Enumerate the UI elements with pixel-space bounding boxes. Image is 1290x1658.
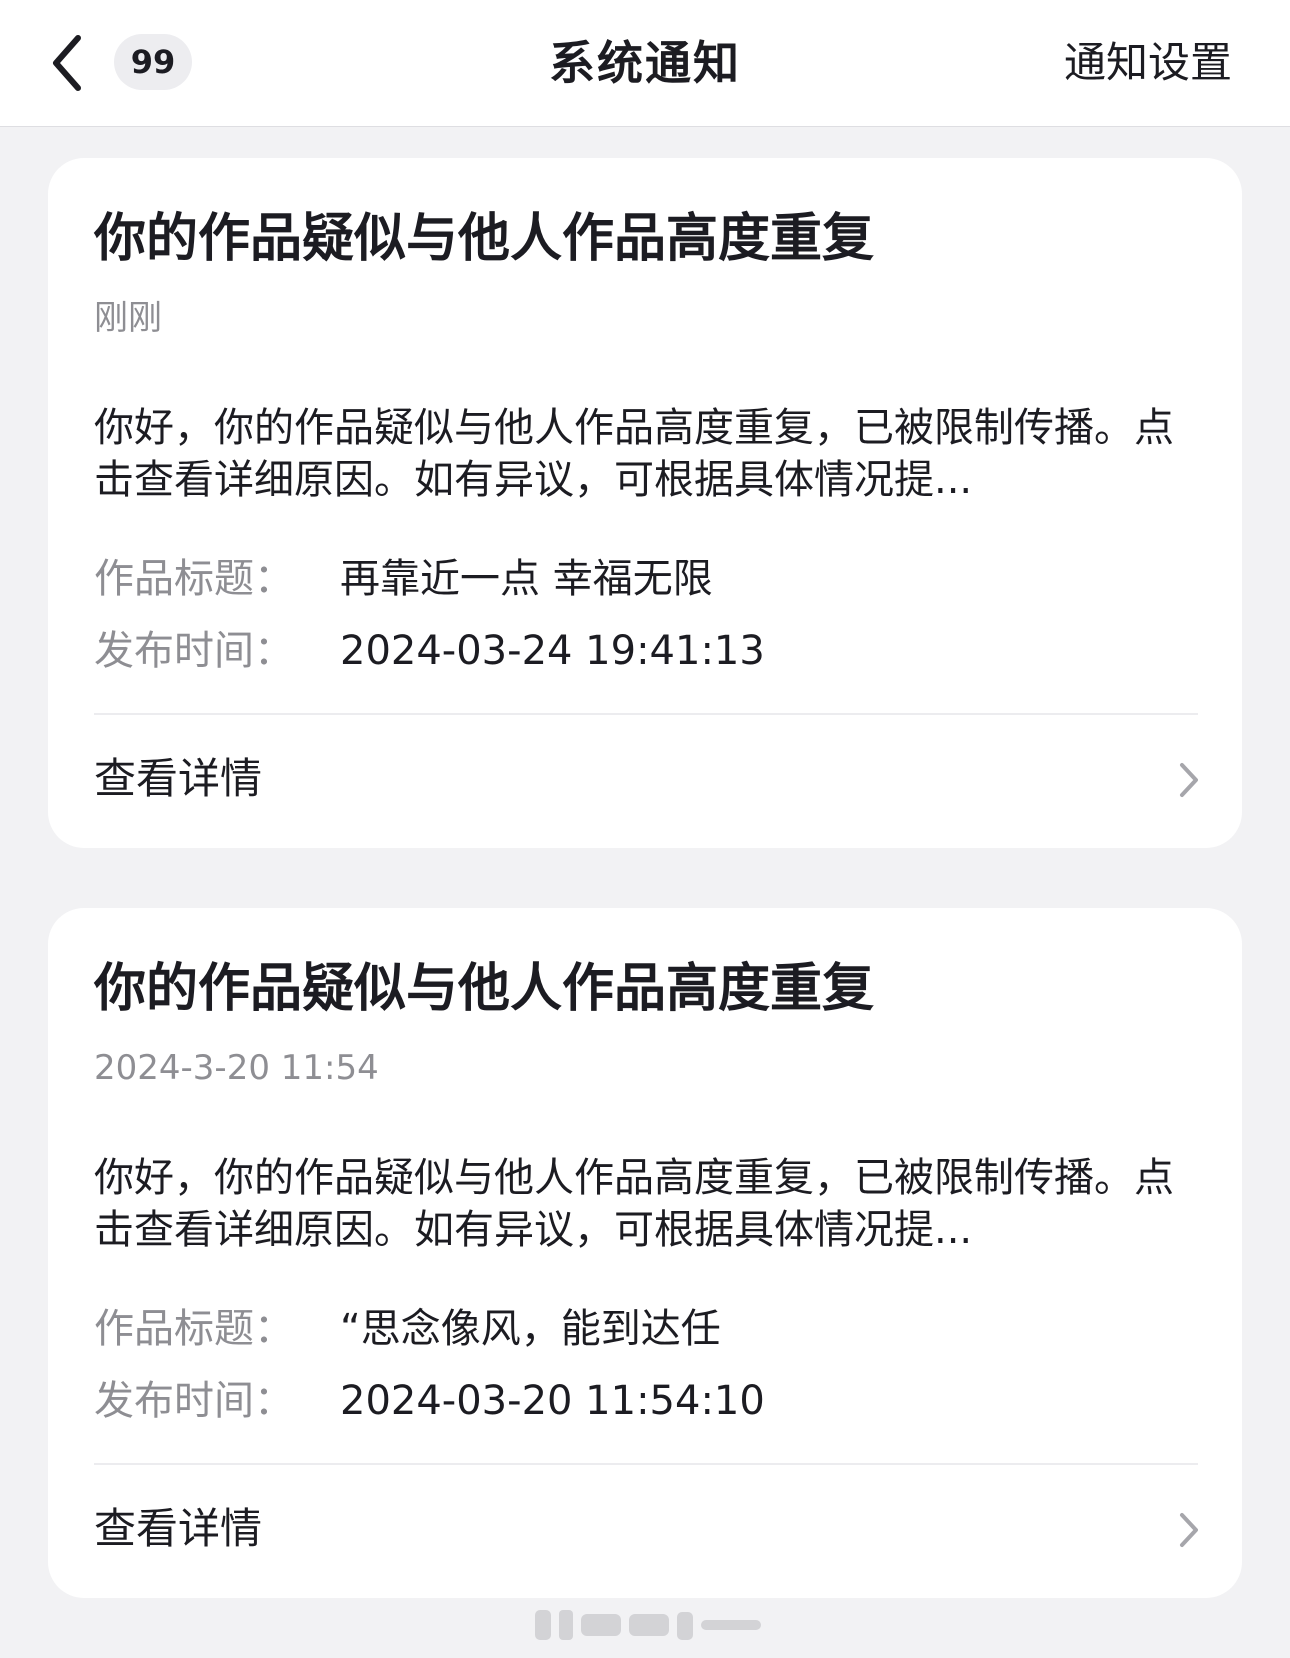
chevron-left-icon [53,35,81,91]
publish-time-label: 发布时间： [94,628,294,674]
publish-time-label: 发布时间： [94,1378,294,1424]
notification-title: 你的作品疑似与他人作品高度重复 [94,959,875,1019]
chevron-right-icon [1180,1513,1198,1547]
view-details-label: 查看详情 [94,1504,263,1553]
back-button[interactable] [44,30,96,96]
notification-body: 你好，你的作品疑似与他人作品高度重复，已被限制传播。点击查看详细原因。如有异议，… [94,1155,1174,1253]
notification-settings-button[interactable]: 通知设置 [1064,34,1232,92]
work-title-value: “思念像风，能到达任 [340,1306,721,1352]
work-title-value: 再靠近一点 幸福无限 [340,556,713,602]
publish-time-value: 2024-03-20 11:54:10 [340,1378,765,1424]
view-details-button[interactable]: 查看详情 [48,715,1242,848]
notification-card[interactable]: 你的作品疑似与他人作品高度重复 2024-3-20 11:54 你好，你的作品疑… [48,908,1242,1598]
notification-title: 你的作品疑似与他人作品高度重复 [94,209,875,269]
view-details-label: 查看详情 [94,754,263,803]
view-details-button[interactable]: 查看详情 [48,1465,1242,1598]
notification-body: 你好，你的作品疑似与他人作品高度重复，已被限制传播。点击查看详细原因。如有异议，… [94,405,1174,503]
work-title-label: 作品标题： [94,1306,294,1352]
unread-count-badge[interactable]: 99 [114,34,192,90]
notification-card[interactable]: 你的作品疑似与他人作品高度重复 刚刚 你好，你的作品疑似与他人作品高度重复，已被… [48,158,1242,848]
publish-time-value: 2024-03-24 19:41:13 [340,628,765,674]
notification-time: 2024-3-20 11:54 [94,1048,379,1088]
notification-time: 刚刚 [94,298,162,338]
chevron-right-icon [1180,763,1198,797]
work-title-label: 作品标题： [94,556,294,602]
watermark-logo [535,1610,761,1640]
navigation-bar: 99 系统通知 通知设置 [0,0,1290,127]
